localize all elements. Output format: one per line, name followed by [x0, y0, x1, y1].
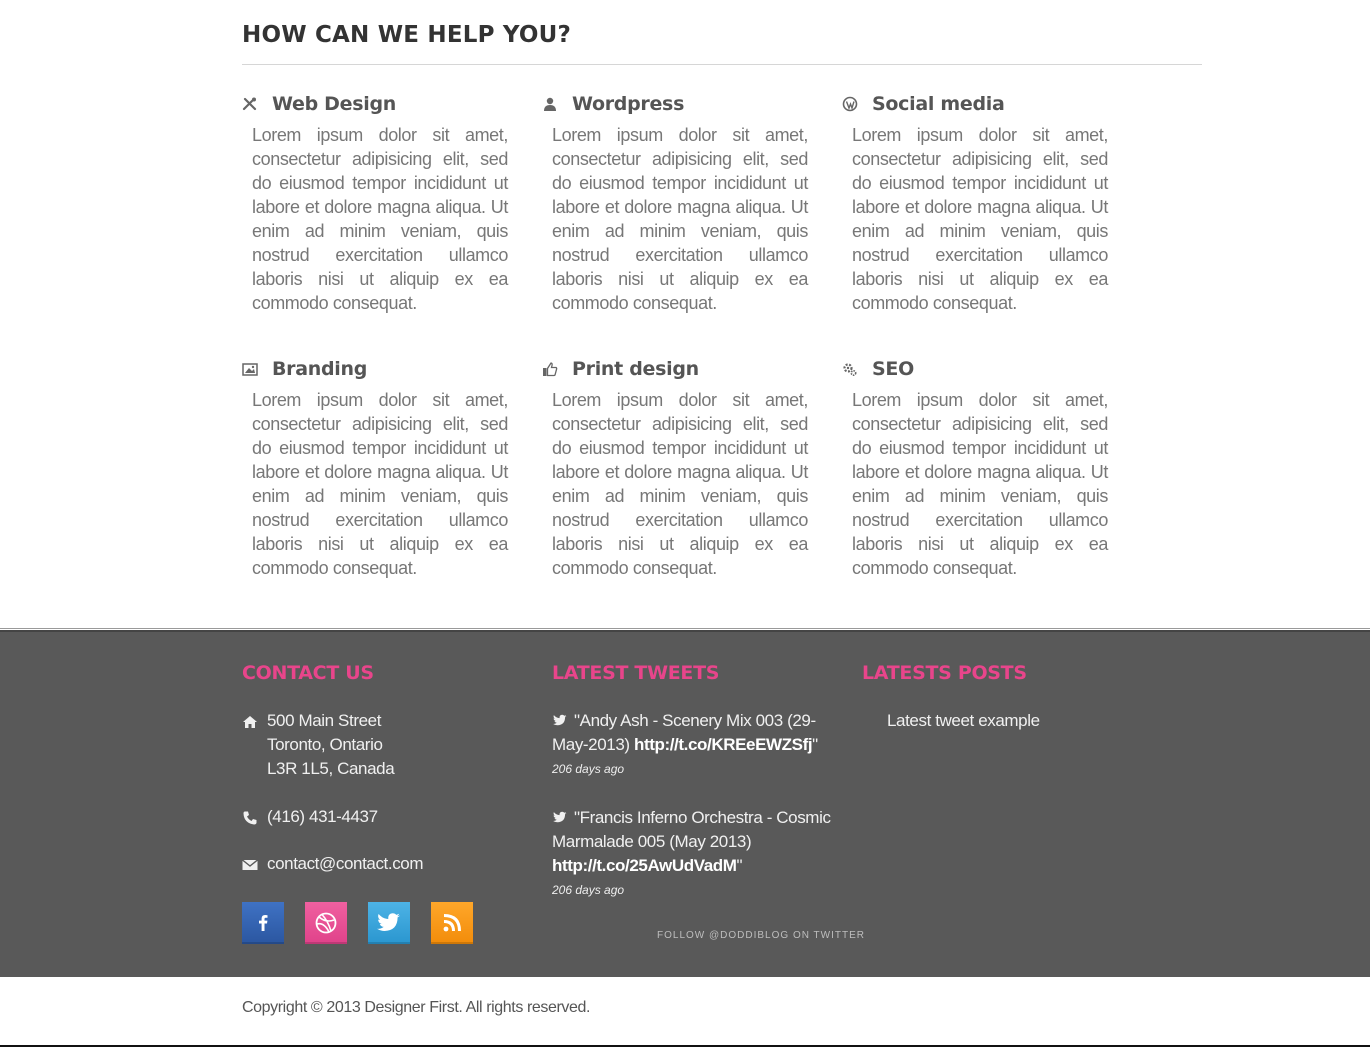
tweet-time: 206 days ago	[552, 883, 625, 897]
tools-icon	[242, 96, 258, 112]
twitter-bird-icon	[552, 811, 567, 823]
thumbs-up-icon	[542, 361, 558, 377]
posts-heading: LATESTS POSTS	[862, 662, 1027, 684]
contact-phone: (416) 431-4437	[242, 805, 378, 829]
service-title: Wordpress	[572, 93, 685, 115]
dribbble-icon	[315, 912, 337, 934]
service-title: Print design	[572, 358, 699, 380]
service-social-media: Social media Lorem ipsum dolor sit amet,…	[842, 91, 1110, 315]
dribbble-button[interactable]	[305, 902, 347, 944]
user-icon	[542, 96, 558, 112]
social-links	[242, 902, 473, 944]
twitter-icon	[377, 913, 400, 931]
section-title: HOW CAN WE HELP YOU?	[242, 22, 572, 48]
service-description: Lorem ipsum dolor sit amet, consectetur …	[552, 390, 808, 578]
service-description: Lorem ipsum dolor sit amet, consectetur …	[252, 390, 508, 578]
address-line: 500 Main Street	[267, 711, 382, 730]
tweet-suffix: "	[736, 856, 743, 875]
envelope-icon	[242, 856, 258, 872]
phone-number[interactable]: (416) 431-4437	[267, 805, 378, 829]
twitter-button[interactable]	[368, 902, 410, 944]
rss-button[interactable]	[431, 902, 473, 944]
email-link[interactable]: contact@contact.com	[267, 852, 424, 876]
tweet-link[interactable]: http://t.co/KREeEWZSfj	[634, 735, 813, 754]
contact-email: contact@contact.com	[242, 852, 424, 876]
service-branding: Branding Lorem ipsum dolor sit amet, con…	[242, 356, 510, 580]
service-title: Branding	[272, 358, 368, 380]
cogs-icon	[842, 361, 858, 377]
tweet-item: "Andy Ash - Scenery Mix 003 (29-May-2013…	[552, 709, 847, 777]
wordpress-icon	[842, 96, 858, 112]
follow-twitter-link[interactable]: FOLLOW @DODDIBLOG ON TWITTER	[657, 930, 865, 941]
address-line: Toronto, Ontario	[267, 735, 383, 754]
facebook-button[interactable]	[242, 902, 284, 944]
tweet-time: 206 days ago	[552, 762, 625, 776]
contact-address: 500 Main Street Toronto, Ontario L3R 1L5…	[242, 709, 395, 781]
phone-icon	[242, 809, 258, 825]
service-seo: SEO Lorem ipsum dolor sit amet, consecte…	[842, 356, 1110, 580]
tweet-item: "Francis Inferno Orchestra - Cosmic Marm…	[552, 806, 847, 898]
twitter-bird-icon	[552, 714, 567, 726]
title-divider	[242, 64, 1202, 65]
tweet-text: "Francis Inferno Orchestra - Cosmic Marm…	[552, 808, 831, 851]
service-description: Lorem ipsum dolor sit amet, consectetur …	[252, 125, 508, 313]
service-web-design: Web Design Lorem ipsum dolor sit amet, c…	[242, 91, 510, 315]
service-description: Lorem ipsum dolor sit amet, consectetur …	[552, 125, 808, 313]
tweet-suffix: "	[812, 735, 818, 754]
service-title: Web Design	[272, 93, 396, 115]
service-wordpress: Wordpress Lorem ipsum dolor sit amet, co…	[542, 91, 810, 315]
service-title: Social media	[872, 93, 1005, 115]
facebook-icon	[259, 915, 268, 931]
rss-icon	[443, 914, 461, 932]
service-title: SEO	[872, 358, 914, 380]
service-description: Lorem ipsum dolor sit amet, consectetur …	[852, 390, 1108, 578]
picture-icon	[242, 361, 258, 377]
contact-heading: CONTACT US	[242, 662, 374, 684]
footer: CONTACT US 500 Main Street Toronto, Onta…	[0, 628, 1370, 977]
tweet-link[interactable]: http://t.co/25AwUdVadM	[552, 856, 737, 875]
service-description: Lorem ipsum dolor sit amet, consectetur …	[852, 125, 1108, 313]
address-line: L3R 1L5, Canada	[267, 759, 395, 778]
copyright-text: Copyright © 2013 Designer First. All rig…	[242, 999, 591, 1016]
tweets-heading: LATEST TWEETS	[552, 662, 720, 684]
service-print-design: Print design Lorem ipsum dolor sit amet,…	[542, 356, 810, 580]
post-link[interactable]: Latest tweet example	[887, 709, 1040, 733]
home-icon	[242, 713, 258, 729]
